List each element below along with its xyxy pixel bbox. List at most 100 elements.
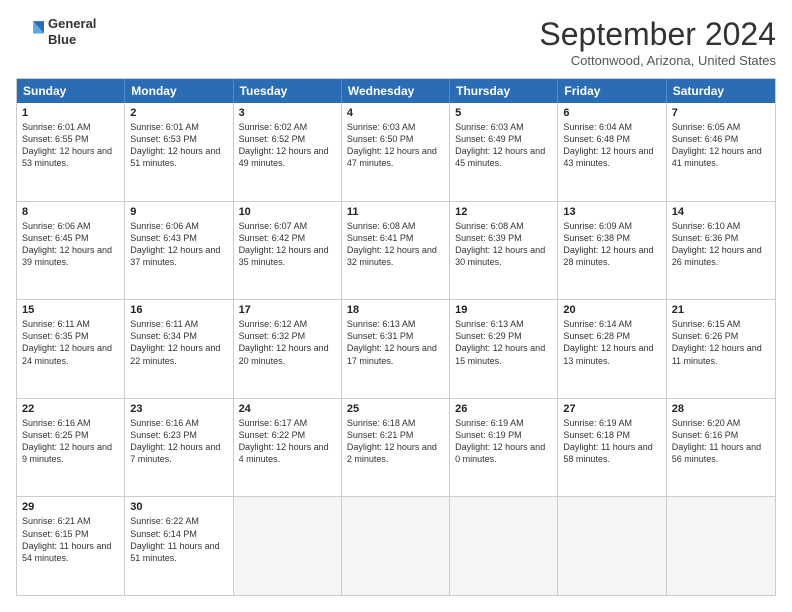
day-number: 17: [239, 304, 336, 316]
calendar-row-1: 8Sunrise: 6:06 AM Sunset: 6:45 PM Daylig…: [17, 202, 775, 301]
day-cell-13: 13 Sunrise: 6:09 AM Sunset: 6:38 PM Dayli…: [558, 202, 666, 300]
day-cell-26: 26 Sunrise: 6:19 AM Sunset: 6:19 PM Dayli…: [450, 399, 558, 497]
page: General Blue September 2024 Cottonwood, …: [0, 0, 792, 612]
day-cell-16: 16Sunrise: 6:11 AM Sunset: 6:34 PM Dayli…: [125, 300, 233, 398]
day-cell-11: 11 Sunrise: 6:08 AM Sunset: 6:41 PM Dayli…: [342, 202, 450, 300]
day-number: 12: [455, 206, 552, 218]
day-cell-3: 3Sunrise: 6:02 AM Sunset: 6:52 PM Daylig…: [234, 103, 342, 201]
header: General Blue September 2024 Cottonwood, …: [16, 16, 776, 68]
day-header-monday: Monday: [125, 79, 233, 103]
day-info: Sunrise: 6:17 AM Sunset: 6:22 PM Dayligh…: [239, 417, 336, 466]
day-cell-6: 6Sunrise: 6:04 AM Sunset: 6:48 PM Daylig…: [558, 103, 666, 201]
day-number: 21: [672, 304, 770, 316]
day-header-sunday: Sunday: [17, 79, 125, 103]
day-cell-29: 29 Sunrise: 6:21 AM Sunset: 6:15 PM Dayli…: [17, 497, 125, 595]
day-info: Sunrise: 6:16 AM Sunset: 6:25 PM Dayligh…: [22, 417, 119, 466]
logo-text: General Blue: [48, 16, 96, 47]
day-info: Sunrise: 6:21 AM Sunset: 6:15 PM Dayligh…: [22, 515, 119, 564]
day-cell-empty: [342, 497, 450, 595]
day-number: 9: [130, 206, 227, 218]
calendar-row-3: 22 Sunrise: 6:16 AM Sunset: 6:25 PM Dayli…: [17, 399, 775, 498]
day-number: 10: [239, 206, 336, 218]
day-info: Sunrise: 6:13 AM Sunset: 6:31 PM Dayligh…: [347, 318, 444, 367]
day-number: 2: [130, 107, 227, 119]
day-number: 25: [347, 403, 444, 415]
day-info: Sunrise: 6:07 AM Sunset: 6:42 PM Dayligh…: [239, 220, 336, 269]
month-title: September 2024: [539, 16, 776, 53]
day-info: Sunrise: 6:12 AM Sunset: 6:32 PM Dayligh…: [239, 318, 336, 367]
day-info: Sunrise: 6:06 AM Sunset: 6:43 PM Dayligh…: [130, 220, 227, 269]
day-cell-9: 9 Sunrise: 6:06 AM Sunset: 6:43 PM Daylig…: [125, 202, 233, 300]
day-number: 29: [22, 501, 119, 513]
day-info: Sunrise: 6:10 AM Sunset: 6:36 PM Dayligh…: [672, 220, 770, 269]
day-cell-8: 8Sunrise: 6:06 AM Sunset: 6:45 PM Daylig…: [17, 202, 125, 300]
day-info: Sunrise: 6:09 AM Sunset: 6:38 PM Dayligh…: [563, 220, 660, 269]
day-cell-24: 24 Sunrise: 6:17 AM Sunset: 6:22 PM Dayli…: [234, 399, 342, 497]
day-info: Sunrise: 6:13 AM Sunset: 6:29 PM Dayligh…: [455, 318, 552, 367]
day-info: Sunrise: 6:14 AM Sunset: 6:28 PM Dayligh…: [563, 318, 660, 367]
day-info: Sunrise: 6:22 AM Sunset: 6:14 PM Dayligh…: [130, 515, 227, 564]
day-number: 5: [455, 107, 552, 119]
logo: General Blue: [16, 16, 96, 47]
day-number: 26: [455, 403, 552, 415]
day-number: 4: [347, 107, 444, 119]
day-header-thursday: Thursday: [450, 79, 558, 103]
day-number: 30: [130, 501, 227, 513]
day-number: 11: [347, 206, 444, 218]
day-number: 19: [455, 304, 552, 316]
logo-icon: [16, 18, 44, 46]
day-number: 23: [130, 403, 227, 415]
day-cell-28: 28Sunrise: 6:20 AM Sunset: 6:16 PM Dayli…: [667, 399, 775, 497]
day-header-friday: Friday: [558, 79, 666, 103]
day-number: 14: [672, 206, 770, 218]
day-number: 22: [22, 403, 119, 415]
calendar-row-4: 29 Sunrise: 6:21 AM Sunset: 6:15 PM Dayli…: [17, 497, 775, 595]
logo-line1: General: [48, 16, 96, 32]
day-number: 1: [22, 107, 119, 119]
day-info: Sunrise: 6:03 AM Sunset: 6:49 PM Dayligh…: [455, 121, 552, 170]
title-block: September 2024 Cottonwood, Arizona, Unit…: [539, 16, 776, 68]
day-cell-15: 15 Sunrise: 6:11 AM Sunset: 6:35 PM Dayli…: [17, 300, 125, 398]
day-info: Sunrise: 6:19 AM Sunset: 6:18 PM Dayligh…: [563, 417, 660, 466]
day-number: 8: [22, 206, 119, 218]
day-info: Sunrise: 6:19 AM Sunset: 6:19 PM Dayligh…: [455, 417, 552, 466]
day-cell-empty: [234, 497, 342, 595]
day-cell-22: 22 Sunrise: 6:16 AM Sunset: 6:25 PM Dayli…: [17, 399, 125, 497]
day-cell-17: 17 Sunrise: 6:12 AM Sunset: 6:32 PM Dayli…: [234, 300, 342, 398]
calendar-body: 1 Sunrise: 6:01 AM Sunset: 6:55 PM Daylig…: [17, 103, 775, 595]
day-cell-18: 18Sunrise: 6:13 AM Sunset: 6:31 PM Dayli…: [342, 300, 450, 398]
day-cell-empty: [667, 497, 775, 595]
day-cell-7: 7Sunrise: 6:05 AM Sunset: 6:46 PM Daylig…: [667, 103, 775, 201]
day-info: Sunrise: 6:15 AM Sunset: 6:26 PM Dayligh…: [672, 318, 770, 367]
day-number: 3: [239, 107, 336, 119]
day-number: 13: [563, 206, 660, 218]
day-info: Sunrise: 6:01 AM Sunset: 6:53 PM Dayligh…: [130, 121, 227, 170]
day-cell-20: 20 Sunrise: 6:14 AM Sunset: 6:28 PM Dayli…: [558, 300, 666, 398]
day-number: 24: [239, 403, 336, 415]
day-cell-21: 21 Sunrise: 6:15 AM Sunset: 6:26 PM Dayli…: [667, 300, 775, 398]
day-cell-19: 19 Sunrise: 6:13 AM Sunset: 6:29 PM Dayli…: [450, 300, 558, 398]
day-cell-12: 12 Sunrise: 6:08 AM Sunset: 6:39 PM Dayli…: [450, 202, 558, 300]
day-number: 7: [672, 107, 770, 119]
day-info: Sunrise: 6:11 AM Sunset: 6:34 PM Dayligh…: [130, 318, 227, 367]
calendar-row-0: 1 Sunrise: 6:01 AM Sunset: 6:55 PM Daylig…: [17, 103, 775, 202]
calendar-header: SundayMondayTuesdayWednesdayThursdayFrid…: [17, 79, 775, 103]
day-info: Sunrise: 6:08 AM Sunset: 6:39 PM Dayligh…: [455, 220, 552, 269]
day-cell-2: 2 Sunrise: 6:01 AM Sunset: 6:53 PM Daylig…: [125, 103, 233, 201]
day-cell-25: 25Sunrise: 6:18 AM Sunset: 6:21 PM Dayli…: [342, 399, 450, 497]
day-header-tuesday: Tuesday: [234, 79, 342, 103]
day-cell-5: 5 Sunrise: 6:03 AM Sunset: 6:49 PM Daylig…: [450, 103, 558, 201]
day-header-saturday: Saturday: [667, 79, 775, 103]
day-number: 20: [563, 304, 660, 316]
day-info: Sunrise: 6:16 AM Sunset: 6:23 PM Dayligh…: [130, 417, 227, 466]
day-info: Sunrise: 6:08 AM Sunset: 6:41 PM Dayligh…: [347, 220, 444, 269]
day-info: Sunrise: 6:20 AM Sunset: 6:16 PM Dayligh…: [672, 417, 770, 466]
location: Cottonwood, Arizona, United States: [539, 53, 776, 68]
day-number: 15: [22, 304, 119, 316]
day-number: 27: [563, 403, 660, 415]
day-info: Sunrise: 6:01 AM Sunset: 6:55 PM Dayligh…: [22, 121, 119, 170]
day-number: 6: [563, 107, 660, 119]
day-info: Sunrise: 6:11 AM Sunset: 6:35 PM Dayligh…: [22, 318, 119, 367]
day-info: Sunrise: 6:03 AM Sunset: 6:50 PM Dayligh…: [347, 121, 444, 170]
day-cell-27: 27 Sunrise: 6:19 AM Sunset: 6:18 PM Dayli…: [558, 399, 666, 497]
